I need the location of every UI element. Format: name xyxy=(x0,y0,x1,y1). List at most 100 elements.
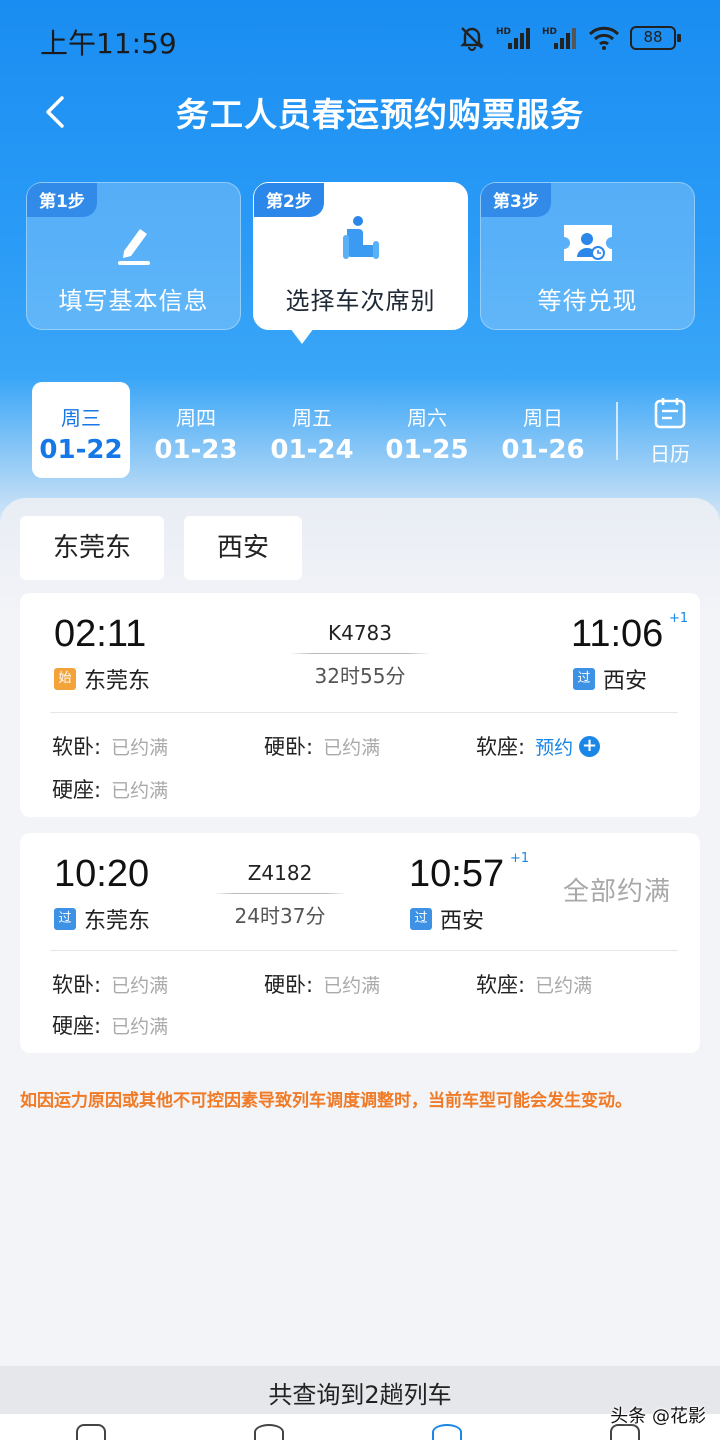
date-value: 01-22 xyxy=(39,435,123,465)
date-tab-0126[interactable]: 周日 01-26 xyxy=(494,382,592,478)
seat-status: 已约满 xyxy=(535,974,593,997)
depart-station-name: 东莞东 xyxy=(84,669,151,694)
step-label: 等待兑现 xyxy=(537,287,638,315)
depart-station: 过 东莞东 xyxy=(54,903,150,935)
depart-time: 02:11 xyxy=(54,613,147,655)
seat-type: 硬卧: xyxy=(264,735,314,759)
depart-station-name: 东莞东 xyxy=(84,909,151,934)
hd-signal-icon: HD xyxy=(542,27,576,49)
nav-icon[interactable] xyxy=(76,1424,106,1440)
page-title: 务工人员春运预约购票服务 xyxy=(176,95,584,134)
train-card-z4182[interactable]: 10:20 过 东莞东 Z4182 24时37分 10:57 +1 过 西安 全… xyxy=(20,833,700,1053)
calendar-button[interactable]: 日历 xyxy=(638,396,702,476)
date-value: 01-24 xyxy=(270,435,354,465)
svg-text:HD: HD xyxy=(542,27,557,37)
step-label: 选择车次席别 xyxy=(285,287,436,315)
start-tag: 始 xyxy=(54,668,76,690)
date-weekday: 周五 xyxy=(292,406,332,430)
mute-bell-icon xyxy=(460,27,484,52)
seat-hard-seat: 硬座: 已约满 xyxy=(52,774,168,804)
train-number: K4783 xyxy=(327,621,392,645)
step-2: 第2步 选择车次席别 xyxy=(253,182,468,330)
status-bar: 上午11:59 HD HD 88 xyxy=(0,0,720,76)
seat-type: 软卧: xyxy=(52,735,102,759)
seat-soft-sleeper: 软卧: 已约满 xyxy=(52,969,168,999)
nav-bar: 务工人员春运预约购票服务 xyxy=(0,76,720,146)
seat-type: 硬卧: xyxy=(264,973,314,997)
arrive-station: 过 西安 xyxy=(573,663,647,695)
arrive-day-offset: +1 xyxy=(669,611,689,626)
seat-hard-sleeper: 硬卧: 已约满 xyxy=(264,731,380,761)
seat-type: 硬座: xyxy=(52,778,102,802)
trip-duration: 24时37分 xyxy=(234,904,326,928)
pass-tag: 过 xyxy=(54,908,76,930)
date-weekday: 周三 xyxy=(61,406,101,430)
wifi-icon xyxy=(588,26,620,50)
all-full-status: 全部约满 xyxy=(563,877,672,907)
date-tab-0122[interactable]: 周三 01-22 xyxy=(32,382,130,478)
step-badge: 第2步 xyxy=(254,183,324,217)
step-badge: 第1步 xyxy=(27,183,97,217)
trip-duration: 32时55分 xyxy=(314,664,406,688)
seat-status: 已约满 xyxy=(111,779,169,802)
nav-icon[interactable] xyxy=(432,1424,462,1440)
arrive-station: 过 西安 xyxy=(410,903,484,935)
date-tab-0123[interactable]: 周四 01-23 xyxy=(147,382,245,478)
date-value: 01-25 xyxy=(385,435,469,465)
from-station-chip[interactable]: 东莞东 xyxy=(20,516,164,580)
schedule-notice: 如因运力原因或其他不可控因素导致列车调度调整时，当前车型可能会发生变动。 xyxy=(20,1091,632,1111)
to-station-chip[interactable]: 西安 xyxy=(184,516,302,580)
seat-soft-seat: 软座: 已约满 xyxy=(476,969,592,999)
step-1: 第1步 填写基本信息 xyxy=(26,182,241,330)
step-label: 填写基本信息 xyxy=(58,287,209,315)
date-tab-0124[interactable]: 周五 01-24 xyxy=(263,382,361,478)
watermark: 头条 @花影 xyxy=(610,1406,706,1427)
nav-icon[interactable] xyxy=(254,1424,284,1440)
step-indicator: 第1步 填写基本信息 第2步 选择车次席别 第3步 等待兑现 xyxy=(26,182,696,332)
date-value: 01-23 xyxy=(154,435,238,465)
svg-text:HD: HD xyxy=(496,27,511,37)
battery-icon: 88 xyxy=(630,26,681,50)
seat-status: 已约满 xyxy=(111,974,169,997)
calendar-icon xyxy=(654,398,686,429)
step-badge: 第3步 xyxy=(481,183,551,217)
date-weekday: 周六 xyxy=(407,406,447,430)
status-icons: HD HD 88 xyxy=(458,24,681,52)
pass-tag: 过 xyxy=(410,908,432,930)
seat-status: 已约满 xyxy=(111,736,169,759)
card-divider xyxy=(50,950,678,951)
arrive-station-name: 西安 xyxy=(440,909,485,934)
arrive-time: 11:06 xyxy=(571,613,664,655)
seat-hard-sleeper: 硬卧: 已约满 xyxy=(264,969,380,999)
seat-hard-seat: 硬座: 已约满 xyxy=(52,1010,168,1040)
train-card-k4783[interactable]: 02:11 始 东莞东 K4783 32时55分 11:06 +1 过 西安 软… xyxy=(20,593,700,817)
arrive-time: 10:57 xyxy=(409,853,505,895)
seat-type: 软座: xyxy=(476,973,526,997)
train-number: Z4182 xyxy=(247,861,313,885)
step-3: 第3步 等待兑现 xyxy=(480,182,695,330)
date-value: 01-26 xyxy=(501,435,585,465)
date-selector: 周三 01-22 周四 01-23 周五 01-24 周六 01-25 周日 0… xyxy=(30,382,700,478)
calendar-label: 日历 xyxy=(650,442,690,466)
seat-soft-sleeper: 软卧: 已约满 xyxy=(52,731,168,761)
hd-signal-icon: HD xyxy=(496,27,530,49)
card-divider xyxy=(50,712,678,713)
arrive-day-offset: +1 xyxy=(510,851,530,866)
depart-time: 10:20 xyxy=(54,853,150,895)
seat-soft-seat[interactable]: 软座: 预约 + xyxy=(476,731,601,761)
seat-type: 软卧: xyxy=(52,973,102,997)
date-tab-0125[interactable]: 周六 01-25 xyxy=(378,382,476,478)
seat-icon xyxy=(342,216,379,259)
route-line xyxy=(290,653,430,654)
seat-type: 软座: xyxy=(476,735,526,759)
active-step-pointer xyxy=(290,328,314,344)
book-link[interactable]: 预约 xyxy=(535,733,573,760)
arrive-station-name: 西安 xyxy=(603,669,648,694)
pencil-icon xyxy=(117,229,150,265)
pass-tag: 过 xyxy=(573,668,595,690)
ticket-user-icon xyxy=(563,225,612,261)
add-plus-icon[interactable]: + xyxy=(579,735,601,757)
route-line xyxy=(214,893,346,894)
depart-station: 始 东莞东 xyxy=(54,663,150,695)
status-time: 上午11:59 xyxy=(40,27,177,60)
